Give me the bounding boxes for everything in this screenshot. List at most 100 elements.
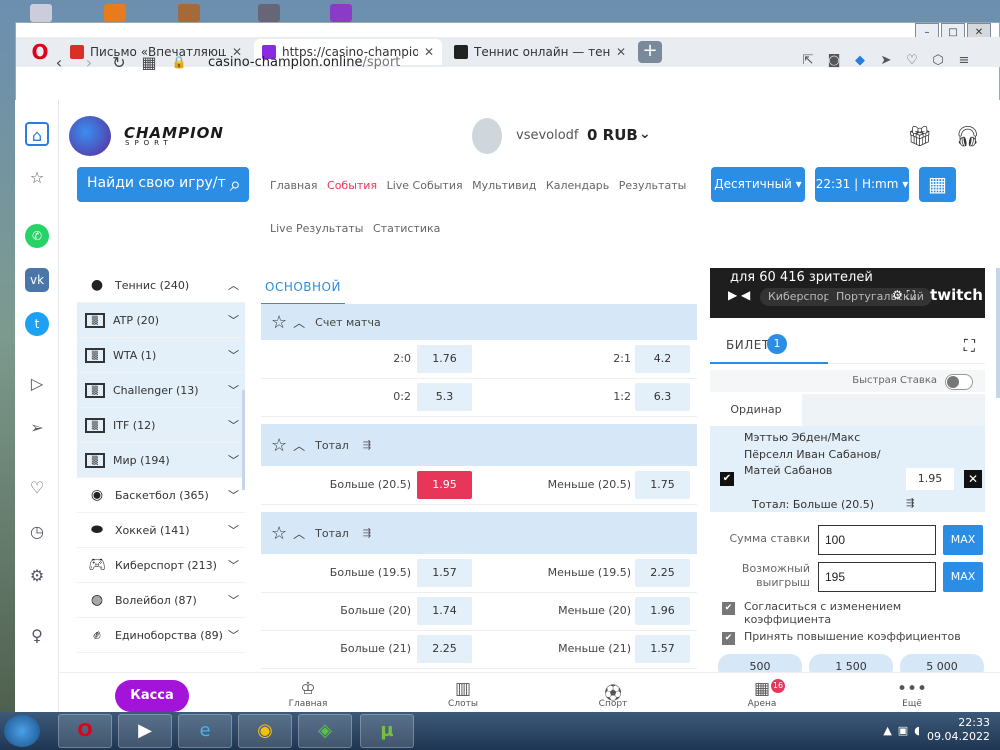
game-search-button[interactable]: Найди свою игру/т ⌕: [77, 167, 249, 202]
cashier-button[interactable]: Касса: [115, 680, 189, 712]
sport-item[interactable]: ◉ Баскетбол (365) ﹀: [77, 478, 245, 513]
taskbar-media[interactable]: ▶: [118, 714, 172, 748]
chevron-up-icon[interactable]: ︿: [293, 437, 305, 454]
vk-icon[interactable]: vk: [25, 268, 49, 292]
twitch-logo[interactable]: twitch: [930, 286, 983, 304]
tab-main[interactable]: ОСНОВНОЙ: [261, 280, 345, 305]
volume-icon[interactable]: ◖: [914, 724, 920, 737]
chevron-down-icon[interactable]: ﹀: [228, 487, 239, 503]
bet-slip-title[interactable]: БИЛЕТ: [726, 338, 770, 352]
desktop-icon[interactable]: [258, 4, 280, 22]
bottom-nav-home[interactable]: ♔ Главная: [273, 679, 343, 709]
sport-item[interactable]: 🎮︎ Киберспорт (213) ﹀: [77, 548, 245, 583]
cube-icon[interactable]: ⬡: [930, 53, 946, 69]
home-icon[interactable]: ⌂: [25, 122, 49, 146]
odd-button[interactable]: 1.76: [417, 345, 472, 373]
desktop-icon[interactable]: [30, 4, 52, 22]
clock[interactable]: 22:33 09.04.2022: [927, 716, 990, 744]
taskbar-app[interactable]: ◈: [298, 714, 352, 748]
chevron-down-icon[interactable]: ﹀: [228, 592, 239, 608]
odd-button[interactable]: 2.25: [417, 635, 472, 663]
tournament-item[interactable]: ▒ ATP (20) ﹀: [77, 303, 245, 338]
heart-icon[interactable]: ♡: [25, 476, 49, 500]
champion-logo-icon[interactable]: [69, 116, 111, 156]
nav-home[interactable]: Главная: [270, 179, 318, 192]
bottom-nav-arena[interactable]: ▦ 16 Арена: [727, 679, 797, 709]
odd-button[interactable]: 2.25: [635, 559, 690, 587]
taskbar-utorrent[interactable]: µ: [360, 714, 414, 748]
player-icon[interactable]: ▷: [25, 372, 49, 396]
network-icon[interactable]: ▣: [898, 724, 908, 737]
whatsapp-icon[interactable]: ✆: [25, 224, 49, 248]
sport-item[interactable]: ◍ Волейбол (87) ﹀: [77, 583, 245, 618]
tournament-item[interactable]: ▒ WTA (1) ﹀: [77, 338, 245, 373]
gift-icon[interactable]: 🎁︎: [907, 124, 932, 148]
nav-results[interactable]: Результаты: [619, 179, 687, 192]
sports-scrollbar[interactable]: [242, 390, 245, 490]
send-icon[interactable]: ➤: [878, 53, 894, 69]
chevron-down-icon[interactable]: ﹀: [228, 627, 239, 643]
time-format-select[interactable]: 22:31 | H:mm ▾: [815, 167, 909, 202]
chevron-down-icon[interactable]: ﹀: [228, 557, 239, 573]
remove-bet-icon[interactable]: ✕: [964, 470, 982, 488]
nav-events[interactable]: События: [327, 179, 377, 192]
chevron-up-icon[interactable]: ︿: [293, 314, 305, 331]
nav-statistics[interactable]: Статистика: [373, 222, 440, 235]
chevron-down-icon[interactable]: ⌄: [639, 126, 651, 142]
tournament-item[interactable]: ▒ Мир (194) ﹀: [77, 443, 245, 478]
sport-item[interactable]: ● Теннис (240) ︿: [77, 268, 245, 303]
settings-icon[interactable]: ⚙: [25, 564, 49, 588]
send-icon[interactable]: ➢: [25, 416, 49, 440]
star-icon[interactable]: ☆: [271, 523, 287, 544]
odd-button[interactable]: 5.3: [417, 383, 472, 411]
checkbox-checked-icon[interactable]: ✔: [722, 602, 735, 615]
taskbar-opera[interactable]: O: [58, 714, 112, 748]
desktop-icon[interactable]: [178, 4, 200, 22]
odd-button[interactable]: 1.74: [417, 597, 472, 625]
taskbar-ie[interactable]: e: [178, 714, 232, 748]
odd-button[interactable]: 1.75: [635, 471, 690, 499]
bottom-nav-sport[interactable]: ⚽︎ Спорт: [578, 679, 648, 709]
tab-single[interactable]: Ординар: [710, 394, 802, 426]
checkbox-checked-icon[interactable]: ✔: [722, 632, 735, 645]
bottom-nav-slots[interactable]: ▥ Слоты: [428, 679, 498, 709]
max-stake-button[interactable]: MAX: [943, 525, 983, 555]
history-icon[interactable]: ◷: [25, 520, 49, 544]
chevron-down-icon[interactable]: ﹀: [228, 452, 239, 468]
url-field[interactable]: casino-champion.online/sport: [208, 55, 400, 70]
odd-button-selected[interactable]: 1.95: [417, 471, 472, 499]
nav-calendar[interactable]: Календарь: [546, 179, 609, 192]
nav-live-results[interactable]: Live Результаты: [270, 222, 363, 235]
chevron-down-icon[interactable]: ﹀: [228, 347, 239, 363]
balance[interactable]: 0 RUB: [587, 126, 638, 144]
desktop-icon[interactable]: [104, 4, 126, 22]
chevron-down-icon[interactable]: ﹀: [228, 417, 239, 433]
twitch-stream[interactable]: для 60 416 зрителей ▶ ◀︎ Киберспорт Порт…: [710, 268, 985, 318]
reload-icon[interactable]: ↻: [104, 53, 134, 72]
star-icon[interactable]: ☆: [271, 312, 287, 333]
star-icon[interactable]: ☆: [271, 435, 287, 456]
possible-win-field[interactable]: [818, 562, 936, 592]
sport-item[interactable]: ⬬ Хоккей (141) ﹀: [77, 513, 245, 548]
bet-checkbox[interactable]: ✔: [720, 472, 734, 486]
market-header[interactable]: ☆ ︿ Тотал ⇶: [261, 424, 697, 466]
forward-icon[interactable]: ›: [74, 53, 104, 72]
chevron-up-icon[interactable]: ︿: [228, 277, 239, 293]
camera-icon[interactable]: ◙: [826, 53, 842, 69]
avatar[interactable]: [472, 118, 502, 154]
market-header[interactable]: ☆ ︿ Счет матча: [261, 304, 697, 340]
odd-button[interactable]: 1.57: [635, 635, 690, 663]
vpn-shield-icon[interactable]: ◆: [852, 53, 868, 69]
settings-icon[interactable]: ⚙ ⛶: [892, 288, 915, 303]
bottom-nav-more[interactable]: ••• Ещё: [877, 679, 947, 709]
username[interactable]: vsevolodf: [516, 128, 579, 143]
speed-dial-icon[interactable]: ▦: [134, 53, 164, 72]
nav-multiview[interactable]: Мультивид: [472, 179, 536, 192]
tray-arrow-icon[interactable]: ▲: [883, 724, 891, 737]
taskbar-chrome[interactable]: ◉: [238, 714, 292, 748]
back-icon[interactable]: ‹: [44, 53, 74, 72]
stake-input[interactable]: [818, 525, 936, 555]
odd-button[interactable]: 1.96: [635, 597, 690, 625]
fast-bet-toggle[interactable]: [945, 374, 973, 390]
calculator-icon[interactable]: ▦: [919, 167, 956, 202]
